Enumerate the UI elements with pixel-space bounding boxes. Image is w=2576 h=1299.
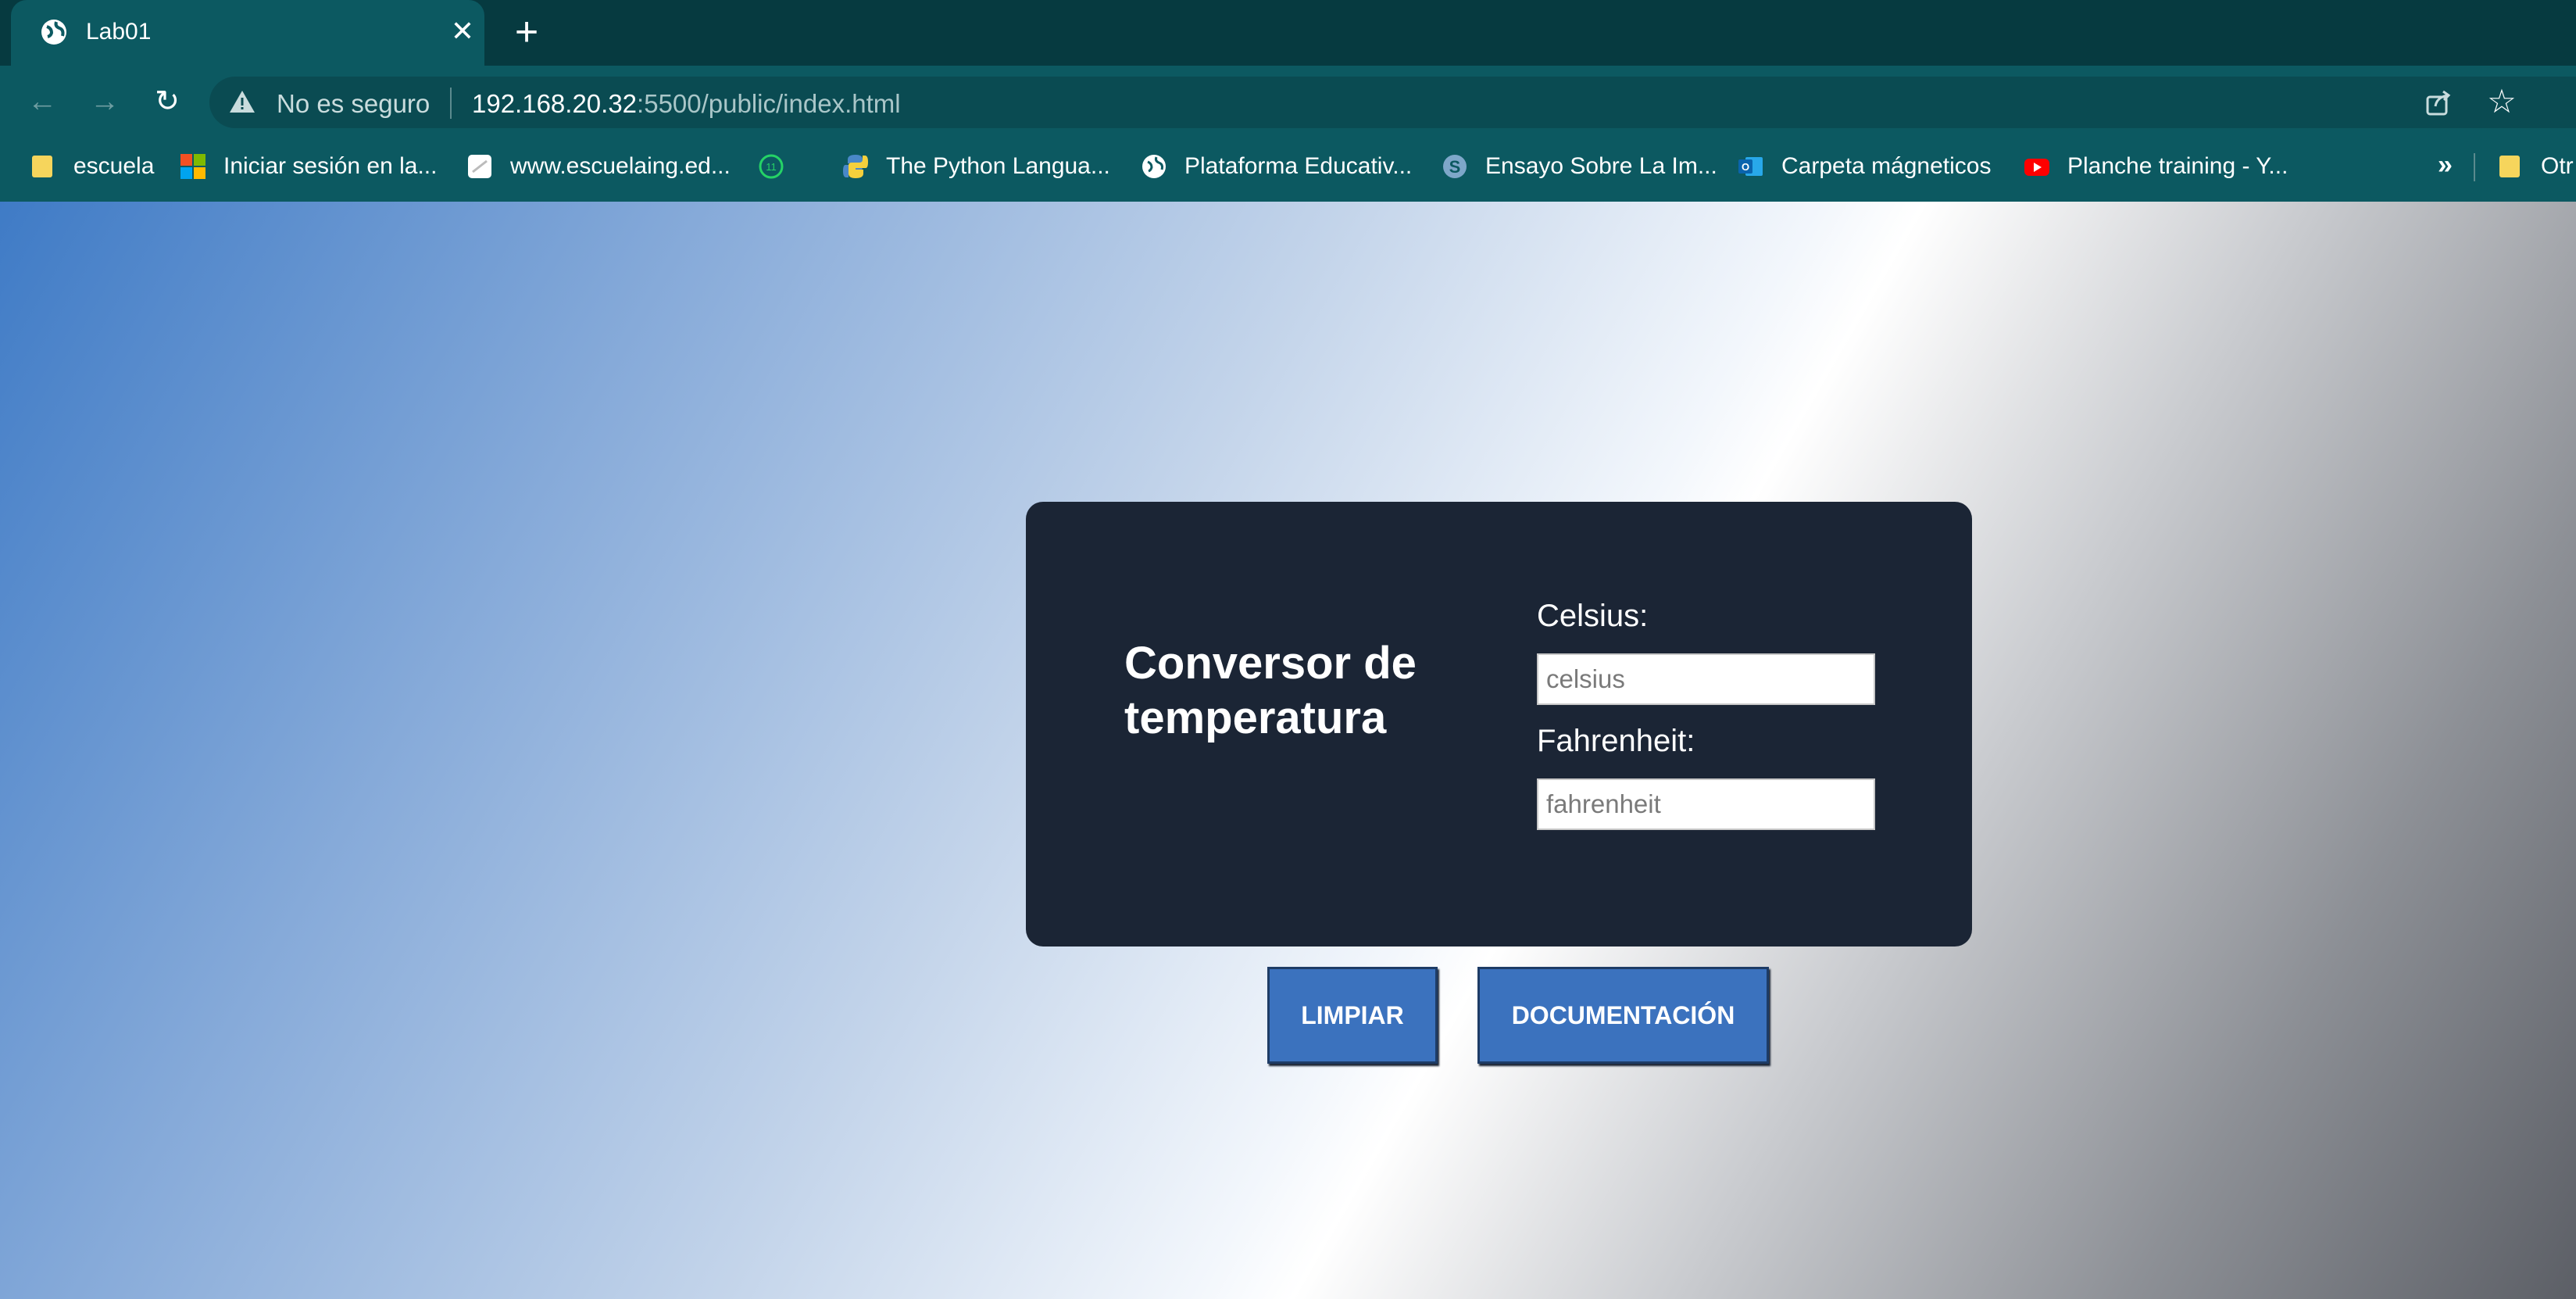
divider — [2474, 153, 2475, 181]
page-viewport: Conversor de temperatura Celsius: Fahren… — [0, 202, 2576, 1299]
close-icon[interactable]: ✕ — [447, 16, 478, 47]
bookmark-star-icon[interactable]: ☆ — [2485, 84, 2519, 119]
tab-strip: Lab01 ✕ + — [0, 0, 2576, 67]
bookmark-label: Planche training - Y... — [2067, 153, 2288, 179]
bookmark-planche[interactable]: Planche training - Y... — [2024, 149, 2288, 184]
bookmark-plataforma[interactable]: Plataforma Educativ... — [1141, 149, 1412, 184]
url-host: 192.168.20.32 — [472, 89, 638, 118]
folder-icon — [2499, 156, 2520, 177]
address-bar[interactable]: No es seguro 192.168.20.32:5500/public/i… — [209, 77, 2576, 128]
tab-lab01[interactable]: Lab01 ✕ — [11, 0, 484, 67]
reload-icon[interactable]: ↻ — [147, 81, 188, 122]
bookmark-label: Otr — [2541, 153, 2574, 179]
microsoft-icon — [180, 154, 205, 179]
svg-text:O: O — [1742, 161, 1749, 173]
security-status[interactable]: No es seguro — [277, 89, 430, 119]
bookmark-label: Iniciar sesión en la... — [223, 153, 438, 179]
fahrenheit-label: Fahrenheit: — [1537, 724, 1695, 758]
back-arrow-icon[interactable]: ← — [22, 81, 63, 122]
s-logo-icon: S — [1443, 155, 1467, 178]
bookmark-otros[interactable]: Otr — [2497, 149, 2574, 184]
bookmark-label: Carpeta mágneticos — [1781, 153, 1992, 179]
bookmark-label: escuela — [73, 153, 155, 179]
url-path: :5500/public/index.html — [637, 89, 901, 118]
bookmark-whatsapp[interactable]: 11 — [758, 149, 802, 184]
youtube-icon — [2024, 159, 2049, 176]
bookmark-ensayo[interactable]: S Ensayo Sobre La Im... — [1442, 149, 1717, 184]
folder-icon — [32, 156, 52, 177]
globe-icon — [41, 20, 66, 45]
bookmark-python[interactable]: The Python Langua... — [842, 149, 1110, 184]
fahrenheit-input[interactable] — [1537, 778, 1875, 830]
svg-text:S: S — [1449, 157, 1461, 177]
python-icon — [843, 155, 868, 178]
clear-button[interactable]: LIMPIAR — [1267, 967, 1438, 1064]
bookmark-escuelaing[interactable]: www.escuelaing.ed... — [466, 149, 731, 184]
bookmark-label: Ensayo Sobre La Im... — [1485, 153, 1717, 179]
warning-icon[interactable] — [228, 88, 256, 116]
bookmark-label: The Python Langua... — [886, 153, 1110, 179]
converter-card: Conversor de temperatura Celsius: Fahren… — [1026, 502, 1972, 947]
tab-title: Lab01 — [86, 19, 152, 45]
browser-toolbar: ← → ↻ No es seguro 192.168.20.32:5500/pu… — [0, 66, 2576, 202]
page-icon — [468, 155, 491, 178]
new-tab-button[interactable]: + — [508, 12, 545, 52]
more-bookmarks-chevron-icon[interactable]: » — [2438, 150, 2453, 181]
bookmark-escuela[interactable]: escuela — [30, 149, 154, 184]
globe-icon — [1142, 155, 1166, 178]
bookmark-label: www.escuelaing.ed... — [510, 153, 731, 179]
bookmark-carpeta[interactable]: O Carpeta mágneticos — [1738, 149, 1991, 184]
bookmark-iniciar-sesion[interactable]: Iniciar sesión en la... — [180, 149, 437, 184]
celsius-input[interactable] — [1537, 653, 1875, 705]
celsius-label: Celsius: — [1537, 599, 1649, 633]
bookmarks-bar: escuela Iniciar sesión en la... www.escu… — [0, 144, 2576, 189]
forward-arrow-icon[interactable]: → — [84, 81, 125, 122]
url-text[interactable]: 192.168.20.32:5500/public/index.html — [472, 89, 901, 119]
share-icon[interactable] — [2423, 88, 2454, 119]
divider — [450, 88, 452, 119]
documentation-button[interactable]: DOCUMENTACIÓN — [1477, 967, 1769, 1064]
outlook-icon: O — [1738, 157, 1763, 176]
svg-text:11: 11 — [766, 161, 777, 173]
whatsapp-icon: 11 — [759, 154, 784, 179]
bookmark-label: Plataforma Educativ... — [1184, 153, 1413, 179]
page-title: Conversor de temperatura — [1124, 638, 1417, 743]
